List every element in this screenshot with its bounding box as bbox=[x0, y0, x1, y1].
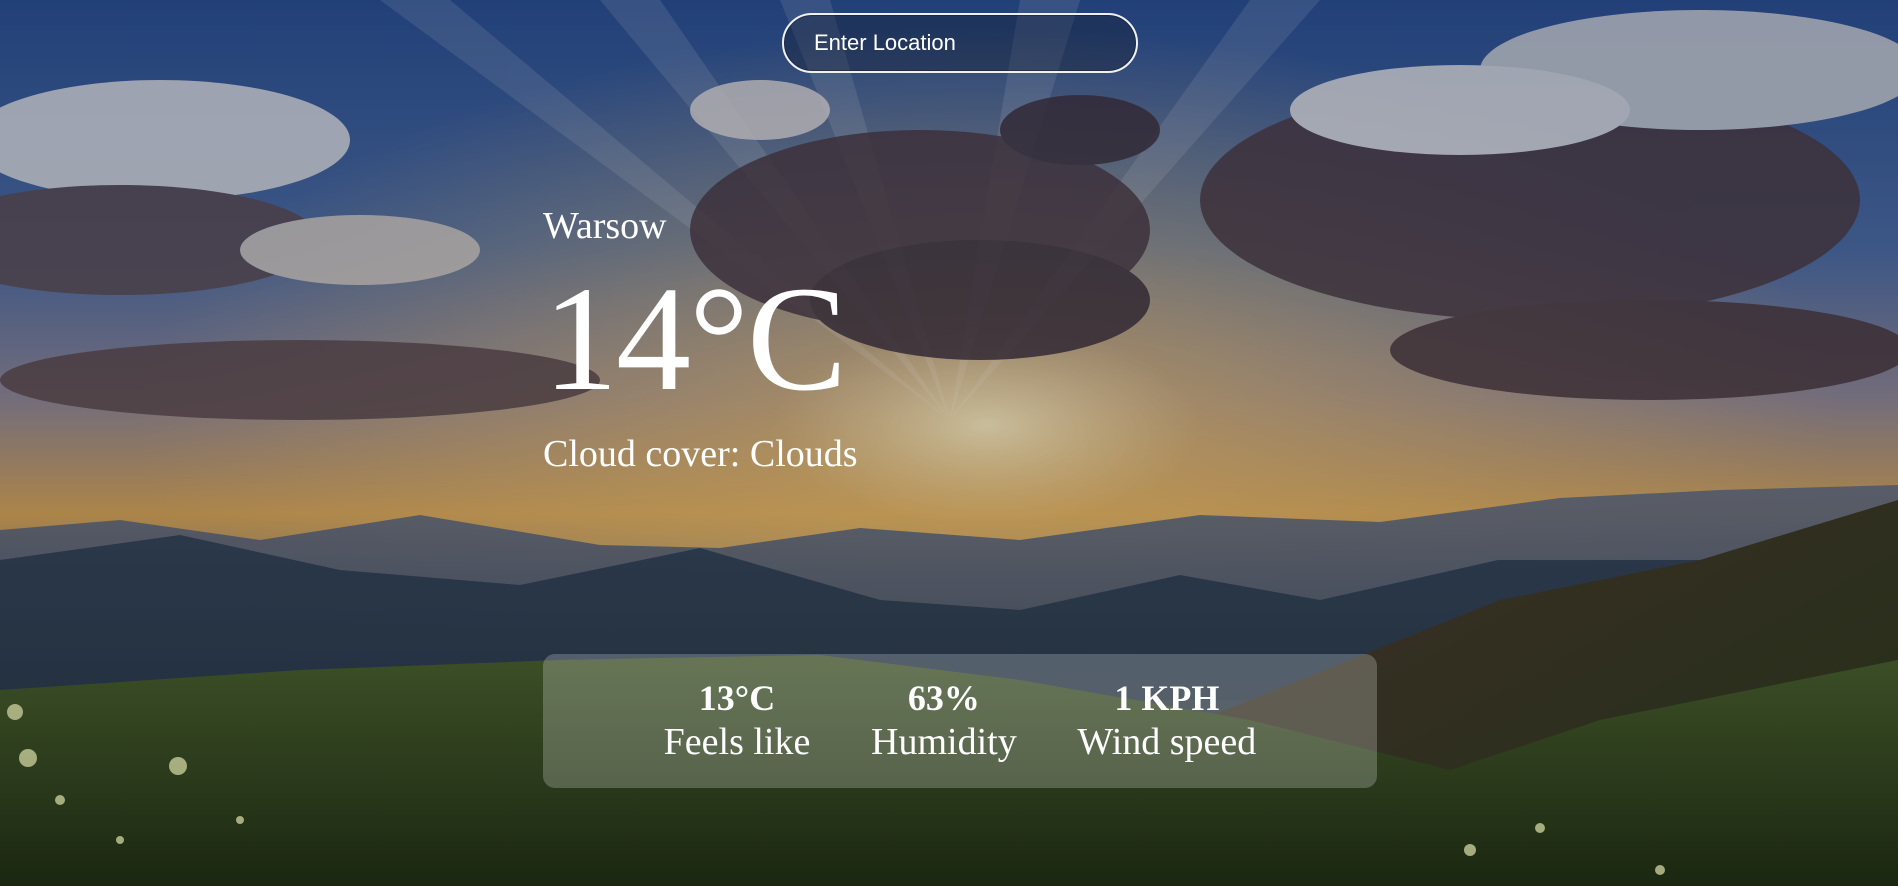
wind-speed-value: 1 KPH bbox=[1114, 678, 1220, 718]
search-box[interactable] bbox=[782, 13, 1138, 73]
location-name: Warsow bbox=[543, 205, 667, 247]
location-search-input[interactable] bbox=[784, 15, 1136, 71]
current-temperature: 14°C bbox=[543, 256, 847, 422]
wind-speed-stat: 1 KPH Wind speed bbox=[1077, 677, 1256, 765]
feels-like-value: 13°C bbox=[698, 678, 776, 718]
feels-like-label: Feels like bbox=[663, 721, 811, 763]
current-weather: Warsow 14°C Cloud cover: Clouds bbox=[543, 200, 1143, 480]
weather-details-card: 13°C Feels like 63% Humidity 1 KPH Wind … bbox=[543, 654, 1377, 788]
wind-speed-label: Wind speed bbox=[1077, 721, 1257, 763]
weather-description: Cloud cover: Clouds bbox=[543, 433, 858, 475]
feels-like-stat: 13°C Feels like bbox=[664, 677, 811, 765]
humidity-stat: 63% Humidity bbox=[871, 677, 1017, 765]
humidity-value: 63% bbox=[907, 678, 980, 718]
humidity-label: Humidity bbox=[871, 721, 1017, 763]
